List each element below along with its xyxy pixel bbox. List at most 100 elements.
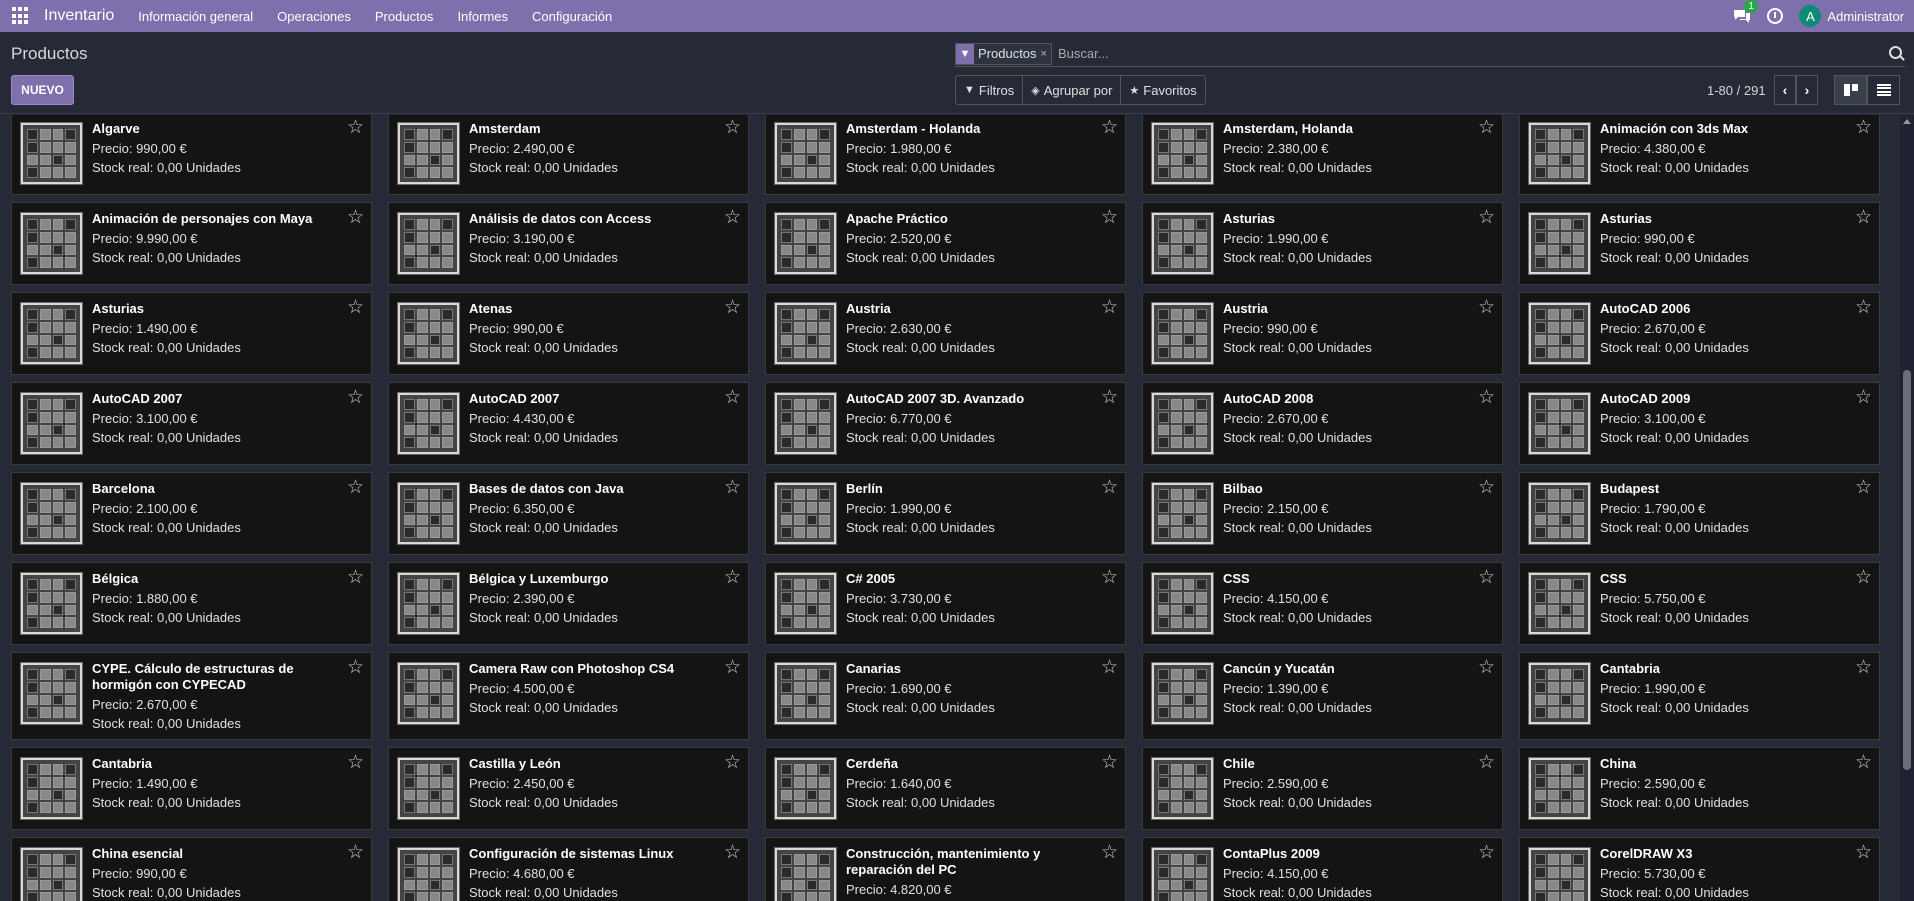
product-card[interactable]: AutoCAD 2007 Precio: 3.100,00 € Stock real… [11, 382, 372, 465]
favorite-star-icon[interactable]: ☆ [1478, 568, 1496, 587]
product-card[interactable]: Configuración de sistemas Linux Precio: 4… [388, 837, 749, 901]
menu-informes[interactable]: Informes [457, 9, 508, 24]
product-card[interactable]: AutoCAD 2006 Precio: 2.670,00 € Stock real… [1519, 292, 1880, 375]
product-card[interactable]: Bases de datos con Java Precio: 6.350,00 … [388, 472, 749, 555]
list-view-button[interactable] [1867, 75, 1900, 105]
favorite-star-icon[interactable]: ☆ [1855, 843, 1873, 862]
favorite-star-icon[interactable]: ☆ [1478, 208, 1496, 227]
favorite-star-icon[interactable]: ☆ [1101, 843, 1119, 862]
favorite-star-icon[interactable]: ☆ [1855, 568, 1873, 587]
product-card[interactable]: AutoCAD 2009 Precio: 3.100,00 € Stock real… [1519, 382, 1880, 465]
favorite-star-icon[interactable]: ☆ [1855, 118, 1873, 137]
favorite-star-icon[interactable]: ☆ [1478, 118, 1496, 137]
product-card[interactable]: Construcción, mantenimiento y reparación… [765, 837, 1126, 901]
favorite-star-icon[interactable]: ☆ [347, 568, 365, 587]
product-card[interactable]: ContaPlus 2009 Precio: 4.150,00 € Stock re… [1142, 837, 1503, 901]
product-card[interactable]: Austria Precio: 2.630,00 € Stock real: 0,0… [765, 292, 1126, 375]
favorite-star-icon[interactable]: ☆ [724, 568, 742, 587]
product-card[interactable]: Bilbao Precio: 2.150,00 € Stock real: 0,00… [1142, 472, 1503, 555]
product-card[interactable]: C# 2005 Precio: 3.730,00 € Stock real: 0,0… [765, 562, 1126, 645]
favorite-star-icon[interactable]: ☆ [347, 658, 365, 677]
favorite-star-icon[interactable]: ☆ [724, 208, 742, 227]
favorite-star-icon[interactable]: ☆ [347, 843, 365, 862]
product-card[interactable]: AutoCAD 2008 Precio: 2.670,00 € Stock real… [1142, 382, 1503, 465]
product-card[interactable]: Cerdeña Precio: 1.640,00 € Stock real: 0,0… [765, 747, 1126, 830]
scrollbar[interactable] [1900, 115, 1914, 901]
product-card[interactable]: Asturias Precio: 1.990,00 € Stock real: 0,… [1142, 202, 1503, 285]
product-card[interactable]: Amsterdam - Holanda Precio: 1.980,00 € Sto… [765, 115, 1126, 195]
menu-operaciones[interactable]: Operaciones [277, 9, 351, 24]
product-card[interactable]: CorelDRAW X3 Precio: 5.730,00 € Stock real… [1519, 837, 1880, 901]
favorite-star-icon[interactable]: ☆ [1101, 208, 1119, 227]
scroll-thumb[interactable] [1903, 370, 1911, 770]
product-card[interactable]: Camera Raw con Photoshop CS4 Precio: 4.50… [388, 652, 749, 740]
favorite-star-icon[interactable]: ☆ [724, 478, 742, 497]
product-card[interactable]: AutoCAD 2007 3D. Avanzado Precio: 6.770,0… [765, 382, 1126, 465]
favorite-star-icon[interactable]: ☆ [1855, 753, 1873, 772]
product-card[interactable]: China esencial Precio: 990,00 € Stock real… [11, 837, 372, 901]
kanban-view-button[interactable] [1834, 75, 1867, 105]
favorite-star-icon[interactable]: ☆ [1101, 568, 1119, 587]
pager-next-button[interactable]: › [1796, 75, 1818, 105]
favorite-star-icon[interactable]: ☆ [1101, 388, 1119, 407]
product-card[interactable]: Cantabria Precio: 1.490,00 € Stock real: 0… [11, 747, 372, 830]
product-card[interactable]: Asturias Precio: 990,00 € Stock real: 0,00… [1519, 202, 1880, 285]
activity-clock-icon[interactable] [1767, 8, 1784, 24]
apps-menu-icon[interactable] [12, 7, 30, 25]
favorite-star-icon[interactable]: ☆ [724, 843, 742, 862]
product-card[interactable]: AutoCAD 2007 Precio: 4.430,00 € Stock real… [388, 382, 749, 465]
favorite-star-icon[interactable]: ☆ [1855, 658, 1873, 677]
favorite-star-icon[interactable]: ☆ [1478, 298, 1496, 317]
favorite-star-icon[interactable]: ☆ [1101, 753, 1119, 772]
search-icon[interactable] [1889, 45, 1905, 62]
favorite-star-icon[interactable]: ☆ [347, 298, 365, 317]
product-card[interactable]: Chile Precio: 2.590,00 € Stock real: 0,00 … [1142, 747, 1503, 830]
product-card[interactable]: Castilla y León Precio: 2.450,00 € Stock r… [388, 747, 749, 830]
favorite-star-icon[interactable]: ☆ [1855, 298, 1873, 317]
favorite-star-icon[interactable]: ☆ [347, 388, 365, 407]
product-card[interactable]: CSS Precio: 5.750,00 € Stock real: 0,00 Un… [1519, 562, 1880, 645]
product-card[interactable]: Budapest Precio: 1.790,00 € Stock real: 0,… [1519, 472, 1880, 555]
product-card[interactable]: Berlín Precio: 1.990,00 € Stock real: 0,00… [765, 472, 1126, 555]
favorite-star-icon[interactable]: ☆ [347, 118, 365, 137]
favorite-star-icon[interactable]: ☆ [1855, 208, 1873, 227]
product-card[interactable]: Bélgica y Luxemburgo Precio: 2.390,00 € St… [388, 562, 749, 645]
product-card[interactable]: Amsterdam, Holanda Precio: 2.380,00 € Stoc… [1142, 115, 1503, 195]
search-input[interactable] [1057, 46, 1889, 61]
product-card[interactable]: Bélgica Precio: 1.880,00 € Stock real: 0,0… [11, 562, 372, 645]
pager-value[interactable]: 1-80 / 291 [1707, 83, 1766, 98]
menu-configuracion[interactable]: Configuración [532, 9, 612, 24]
facet-remove-icon[interactable]: × [1041, 48, 1051, 60]
product-card[interactable]: CSS Precio: 4.150,00 € Stock real: 0,00 Un… [1142, 562, 1503, 645]
favorite-star-icon[interactable]: ☆ [347, 208, 365, 227]
group-by-button[interactable]: ◈ Agrupar por [1023, 76, 1122, 104]
menu-productos[interactable]: Productos [375, 9, 434, 24]
favorite-star-icon[interactable]: ☆ [347, 753, 365, 772]
product-card[interactable]: Atenas Precio: 990,00 € Stock real: 0,00 U… [388, 292, 749, 375]
product-card[interactable]: Amsterdam Precio: 2.490,00 € Stock real: 0… [388, 115, 749, 195]
favorite-star-icon[interactable]: ☆ [724, 753, 742, 772]
product-card[interactable]: Algarve Precio: 990,00 € Stock real: 0,00 … [11, 115, 372, 195]
favorites-button[interactable]: ★ Favoritos [1121, 76, 1204, 104]
favorite-star-icon[interactable]: ☆ [724, 298, 742, 317]
favorite-star-icon[interactable]: ☆ [724, 388, 742, 407]
scroll-up-icon[interactable] [1903, 119, 1911, 124]
favorite-star-icon[interactable]: ☆ [1478, 753, 1496, 772]
product-card[interactable]: Análisis de datos con Access Precio: 3.19… [388, 202, 749, 285]
favorite-star-icon[interactable]: ☆ [1101, 118, 1119, 137]
user-menu[interactable]: A Administrator [1799, 5, 1904, 27]
favorite-star-icon[interactable]: ☆ [1478, 478, 1496, 497]
product-card[interactable]: Cancún y Yucatán Precio: 1.390,00 € Stock … [1142, 652, 1503, 740]
product-card[interactable]: Animación de personajes con Maya Precio: … [11, 202, 372, 285]
pager-previous-button[interactable]: ‹ [1774, 75, 1796, 105]
favorite-star-icon[interactable]: ☆ [1478, 843, 1496, 862]
product-card[interactable]: Cantabria Precio: 1.990,00 € Stock real: 0… [1519, 652, 1880, 740]
filters-button[interactable]: ▼ Filtros [956, 76, 1024, 104]
product-card[interactable]: Apache Práctico Precio: 2.520,00 € Stock r… [765, 202, 1126, 285]
favorite-star-icon[interactable]: ☆ [347, 478, 365, 497]
product-card[interactable]: Animación con 3ds Max Precio: 4.380,00 € S… [1519, 115, 1880, 195]
favorite-star-icon[interactable]: ☆ [724, 658, 742, 677]
favorite-star-icon[interactable]: ☆ [1478, 658, 1496, 677]
app-title[interactable]: Inventario [44, 7, 114, 25]
chat-icon[interactable]: 1 [1733, 0, 1758, 24]
